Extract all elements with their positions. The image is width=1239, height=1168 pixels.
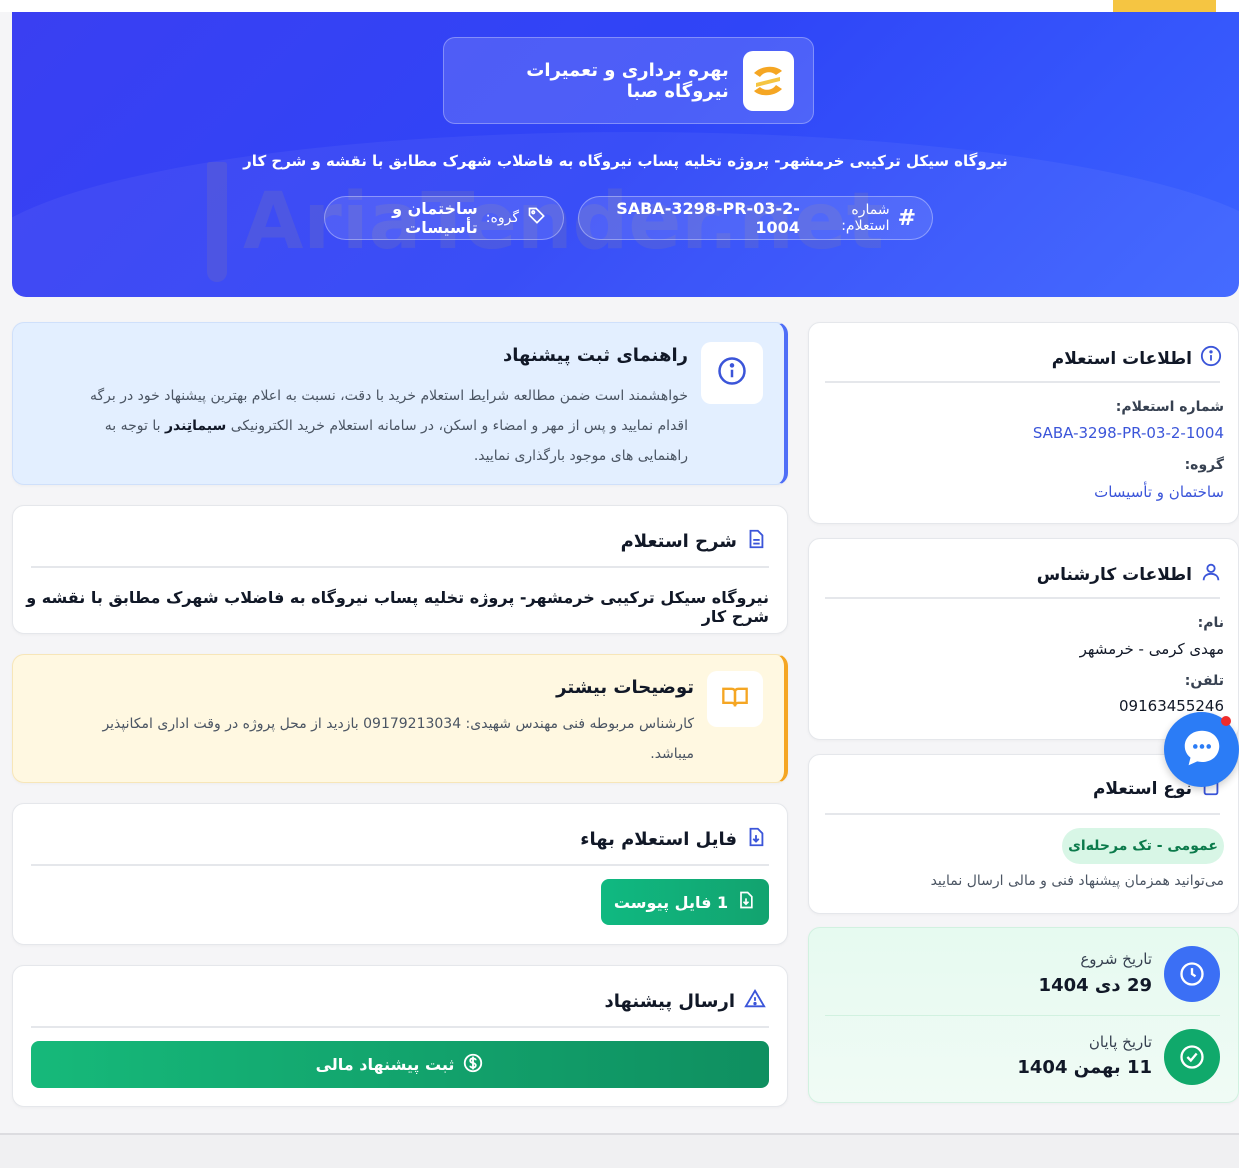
divider <box>825 597 1220 599</box>
notification-dot <box>1221 716 1231 726</box>
inquiry-number-pill: # شماره استعلام: SABA-3298-PR-03-2-1004 <box>578 196 933 240</box>
dollar-circle-icon <box>462 1052 484 1078</box>
footer <box>0 1135 1239 1168</box>
more-info-line-2: میباشد. <box>650 746 694 762</box>
hero-banner: AriaTender.net بهره برداری و تعمیرات نیر… <box>12 12 1239 297</box>
guide-line-3: راهنمایی های موجود بارگذاری نمایید. <box>473 448 688 464</box>
divider <box>31 1026 769 1028</box>
expert-phone-label: تلفن: <box>1184 673 1224 689</box>
inquiry-group-value: ساختمان و تأسیسات <box>1094 483 1224 501</box>
file-title: فایل استعلام بهاء <box>580 826 767 853</box>
user-icon <box>1200 561 1222 588</box>
divider <box>31 864 769 866</box>
tag-icon <box>527 206 547 230</box>
attachment-button[interactable]: 1 فایل پیوست <box>601 879 769 925</box>
group-pill: گروه: ساختمان و تأسیسات <box>324 196 564 240</box>
dates-card: تاریخ شروع 29 دی 1404 تاریخ پایان 11 بهم… <box>808 927 1239 1103</box>
expert-info-card: اطلاعات کارشناس نام: مهدی کرمی - خرمشهر … <box>808 538 1239 740</box>
guide-brand: سیماتِندر <box>165 418 227 434</box>
pill-number-value: SABA-3298-PR-03-2-1004 <box>616 199 800 237</box>
description-title: شرح استعلام <box>621 528 767 555</box>
expert-name-label: نام: <box>1197 615 1224 631</box>
send-title: ارسال پیشنهاد <box>604 988 767 1015</box>
more-info-card: توضیحات بیشتر کارشناس مربوطه فنی مهندس ش… <box>12 654 788 783</box>
hash-icon: # <box>897 205 916 231</box>
inquiry-type-note: می‌توانید همزمان پیشنهاد فنی و مالی ارسا… <box>930 873 1224 889</box>
divider <box>825 381 1220 383</box>
guide-text: خواهشمند است ضمن مطالعه شرایط استعلام خر… <box>28 381 688 471</box>
pill-group-label: گروه: <box>485 210 519 226</box>
expert-name-value: مهدی کرمی - خرمشهر <box>1079 640 1224 658</box>
watermark-shield-icon <box>207 162 227 282</box>
end-date-label: تاریخ پایان <box>1088 1033 1152 1051</box>
expert-info-title: اطلاعات کارشناس <box>1037 561 1222 588</box>
attachment-button-label: 1 فایل پیوست <box>613 892 729 912</box>
warning-icon <box>743 988 767 1015</box>
file-card: فایل استعلام بهاء 1 فایل پیوست <box>12 803 788 945</box>
brand-name: بهره برداری و تعمیرات نیروگاه صبا <box>526 59 729 102</box>
hero-title: نیروگاه سیکل ترکیبی خرمشهر- پروژه تخلیه … <box>243 152 1008 170</box>
guide-title: راهنمای ثبت پیشنهاد <box>502 345 688 366</box>
clock-icon <box>1164 946 1220 1002</box>
inquiry-type-badge: عمومی - تک مرحله‌ای <box>1062 828 1224 864</box>
chat-bubble-icon <box>1179 725 1225 775</box>
divider <box>825 813 1220 815</box>
file-download-icon <box>745 826 767 853</box>
more-icon-box <box>707 671 763 727</box>
end-date-value: 11 بهمن 1404 <box>1017 1057 1152 1078</box>
brand-box: بهره برداری و تعمیرات نیروگاه صبا <box>443 37 814 124</box>
top-bar <box>0 0 1239 12</box>
info-circle-icon <box>1200 345 1222 372</box>
inquiry-group-label: گروه: <box>1184 457 1224 473</box>
inquiry-number-value: SABA-3298-PR-03-2-1004 <box>1032 424 1224 442</box>
pill-group-value: ساختمان و تأسیسات <box>392 199 478 237</box>
start-date-value: 29 دی 1404 <box>1038 975 1152 996</box>
top-bar-accent <box>1113 0 1216 12</box>
inquiry-number-label: شماره استعلام: <box>1115 399 1224 415</box>
guide-line-2: اقدام نمایید و پس از مهر و امضاء و اسکن،… <box>104 418 688 434</box>
file-text-icon <box>745 528 767 555</box>
description-card: شرح استعلام نیروگاه سیکل ترکیبی خرمشهر- … <box>12 505 788 634</box>
divider <box>825 1015 1220 1016</box>
guide-line-1: خواهشمند است ضمن مطالعه شرایط استعلام خر… <box>89 388 688 404</box>
more-info-title: توضیحات بیشتر <box>556 677 694 698</box>
divider <box>31 566 769 568</box>
brand-logo-icon <box>742 50 794 111</box>
inquiry-info-title: اطلاعات استعلام <box>1052 345 1222 372</box>
inquiry-info-card: اطلاعات استعلام شماره استعلام: SABA-3298… <box>808 322 1239 524</box>
send-offer-card: ارسال پیشنهاد ثبت پیشنهاد مالی <box>12 965 788 1107</box>
start-date-label: تاریخ شروع <box>1080 950 1152 968</box>
description-text: نیروگاه سیکل ترکیبی خرمشهر- پروژه تخلیه … <box>26 588 769 626</box>
more-info-text: کارشناس مربوطه فنی مهندس شهیدی: 09179213… <box>44 709 694 769</box>
pill-number-label: شماره استعلام: <box>841 202 890 234</box>
info-icon <box>717 356 747 390</box>
file-download-icon <box>736 890 756 914</box>
check-circle-icon <box>1164 1029 1220 1085</box>
book-open-icon <box>721 683 749 715</box>
guide-card: راهنمای ثبت پیشنهاد خواهشمند است ضمن مطا… <box>12 322 788 485</box>
guide-icon-box <box>701 342 763 404</box>
more-info-line-1: کارشناس مربوطه فنی مهندس شهیدی: 09179213… <box>102 716 694 732</box>
submit-financial-offer-label: ثبت پیشنهاد مالی <box>315 1055 455 1074</box>
inquiry-type-card: نوع استعلام عمومی - تک مرحله‌ای می‌توانی… <box>808 754 1239 914</box>
submit-financial-offer-button[interactable]: ثبت پیشنهاد مالی <box>31 1041 769 1088</box>
